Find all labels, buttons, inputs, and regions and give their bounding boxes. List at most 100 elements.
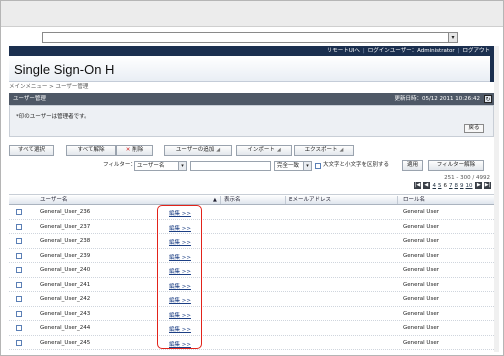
dropdown-arrow-icon: ◢ <box>216 147 221 153</box>
table-row: General_User_239 編集 >> General User <box>9 249 494 263</box>
delete-button[interactable]: ✕ 削除 <box>116 145 153 156</box>
table-row: General_User_240 編集 >> General User <box>9 263 494 278</box>
chevron-down-icon: ▾ <box>303 162 311 170</box>
app-title: Single Sign-On H <box>14 62 115 77</box>
add-user-label: ユーザーの追加 <box>175 147 215 153</box>
table-row: General_User_245 編集 >> General User <box>9 336 494 350</box>
page-link[interactable]: 10 <box>465 182 474 190</box>
role-cell: General User <box>403 296 439 302</box>
row-checkbox[interactable] <box>16 325 22 331</box>
pagination: |◀ ◀ 4 5 6 7 8 9 10 ▶ ▶| <box>414 182 491 190</box>
username-cell: General_User_237 <box>40 223 91 230</box>
page-range: 251 - 300 / 4992 <box>444 175 490 181</box>
column-divider <box>285 196 286 204</box>
role-cell: General User <box>403 209 439 215</box>
row-checkbox[interactable] <box>16 267 22 273</box>
prev-page-icon[interactable]: ◀ <box>422 182 430 189</box>
first-page-icon[interactable]: |◀ <box>414 182 421 189</box>
filter-field-select[interactable]: ユーザー名 ▾ <box>134 161 187 171</box>
role-cell: General User <box>403 325 439 331</box>
row-checkbox[interactable] <box>16 296 22 302</box>
username-cell: General_User_238 <box>40 238 91 244</box>
case-sensitive-checkbox[interactable] <box>315 163 321 169</box>
add-user-button[interactable]: ユーザーの追加 ◢ <box>164 145 232 156</box>
row-checkbox[interactable] <box>16 281 22 288</box>
back-button[interactable]: 戻る <box>464 124 484 133</box>
apply-filter-button[interactable]: 適用 <box>402 160 423 171</box>
role-cell: General User <box>403 223 439 230</box>
username-cell: General_User_240 <box>40 267 91 273</box>
clear-filter-button[interactable]: フィルター解除 <box>428 160 484 171</box>
address-bar[interactable]: ▾ <box>42 32 458 43</box>
link-divider: | <box>457 48 460 54</box>
browser-chrome <box>1 1 503 27</box>
remote-ui-link[interactable]: リモートUIへ <box>327 48 360 54</box>
table-row: General_User_242 編集 >> General User <box>9 292 494 307</box>
link-divider: | <box>362 48 365 54</box>
case-sensitive-label: 大文字と小文字を区別する <box>323 162 390 168</box>
chevron-down-icon: ▾ <box>178 162 186 170</box>
column-username[interactable]: ユーザー名 <box>40 195 67 205</box>
app-header: Single Sign-On H <box>9 56 494 82</box>
table-row: General_User_238 編集 >> General User <box>9 234 494 249</box>
edit-column-highlight <box>157 205 202 349</box>
refresh-icon[interactable]: ↻ <box>484 95 492 103</box>
chevron-down-icon[interactable]: ▾ <box>448 33 457 42</box>
filter-label: フィルター： <box>103 162 136 168</box>
role-cell: General User <box>403 281 439 288</box>
match-type-value: 完全一致 <box>277 163 300 169</box>
delete-label: 削除 <box>132 147 144 153</box>
import-button[interactable]: インポート ◢ <box>236 145 292 156</box>
username-cell: General_User_241 <box>40 281 91 288</box>
import-label: インポート <box>247 147 275 153</box>
username-cell: General_User_236 <box>40 209 91 215</box>
username-cell: General_User_239 <box>40 252 91 259</box>
dropdown-arrow-icon: ◢ <box>339 147 344 153</box>
column-divider <box>397 196 398 204</box>
role-cell: General User <box>403 267 439 273</box>
breadcrumb[interactable]: メインメニュー > ユーザー管理 <box>9 82 88 90</box>
table-row: General_User_244 編集 >> General User <box>9 321 494 336</box>
username-cell: General_User_244 <box>40 325 91 331</box>
row-checkbox[interactable] <box>16 223 22 230</box>
filter-text-input[interactable] <box>190 161 271 171</box>
scrollbar[interactable] <box>494 46 499 352</box>
username-cell: General_User_243 <box>40 310 91 317</box>
role-cell: General User <box>403 310 439 317</box>
export-button[interactable]: エクスポート ◢ <box>294 145 354 156</box>
table-row: General_User_236 編集 >> General User <box>9 205 494 220</box>
panel-body: *印のユーザーは管理者です。 戻る <box>9 105 494 137</box>
last-page-icon[interactable]: ▶| <box>484 182 491 189</box>
select-all-button[interactable]: すべて選択 <box>9 145 54 156</box>
delete-icon: ✕ <box>125 147 131 153</box>
next-page-icon[interactable]: ▶ <box>475 182 483 189</box>
updated-time: 更新日時：05/12 2011 10:26:42 <box>394 96 480 102</box>
row-checkbox[interactable] <box>16 339 22 346</box>
column-display-name[interactable]: 表示名 <box>224 195 241 205</box>
table-row: General_User_243 編集 >> General User <box>9 307 494 321</box>
admin-note: *印のユーザーは管理者です。 <box>16 114 90 120</box>
column-role[interactable]: ロール名 <box>403 195 425 205</box>
dropdown-arrow-icon: ◢ <box>276 147 281 153</box>
row-checkbox[interactable] <box>16 238 22 244</box>
logout-link[interactable]: ログアウト <box>462 48 490 54</box>
panel-header: ユーザー管理 更新日時：05/12 2011 10:26:42 ↻ <box>9 93 494 105</box>
column-email[interactable]: Eメールアドレス <box>289 195 331 205</box>
filter-field-value: ユーザー名 <box>137 163 165 169</box>
table-row: General_User_237 編集 >> General User <box>9 220 494 234</box>
role-cell: General User <box>403 238 439 244</box>
username-cell: General_User_245 <box>40 339 91 346</box>
row-checkbox[interactable] <box>16 252 22 259</box>
row-checkbox[interactable] <box>16 209 22 215</box>
panel-title: ユーザー管理 <box>13 96 46 102</box>
column-divider <box>220 196 221 204</box>
sort-ascending-icon[interactable]: ▲ <box>213 195 217 205</box>
top-links-bar: リモートUIへ | ログインユーザー：Administrator | ログアウト <box>9 46 494 56</box>
role-cell: General User <box>403 339 439 346</box>
username-cell: General_User_242 <box>40 296 91 302</box>
match-type-select[interactable]: 完全一致 ▾ <box>274 161 312 171</box>
table-row: General_User_241 編集 >> General User <box>9 278 494 292</box>
row-checkbox[interactable] <box>16 310 22 317</box>
deselect-all-button[interactable]: すべて解除 <box>66 145 116 156</box>
export-label: エクスポート <box>304 147 338 153</box>
